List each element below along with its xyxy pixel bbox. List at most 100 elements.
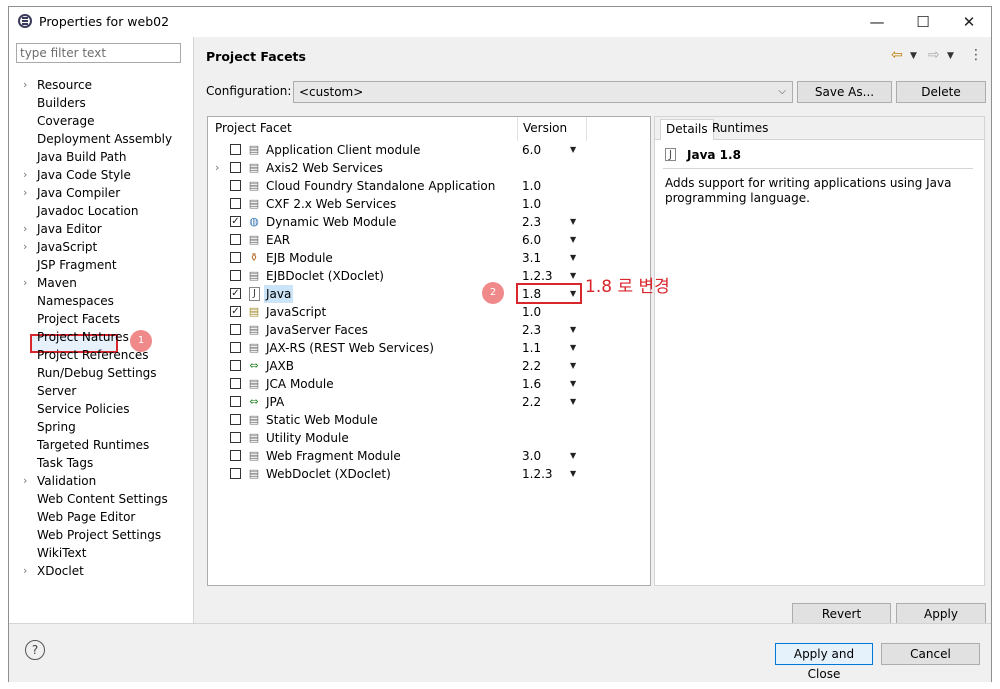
table-row[interactable]: › ▤ Axis2 Web Services: [208, 159, 650, 177]
facet-version[interactable]: 3.1: [522, 249, 541, 267]
sidebar-item-namespaces[interactable]: Namespaces: [37, 292, 114, 310]
table-row[interactable]: ▤ Utility Module: [208, 429, 650, 447]
back-dropdown-icon[interactable]: ▼: [910, 51, 917, 61]
tab-runtimes[interactable]: Runtimes: [707, 119, 773, 139]
facet-version[interactable]: 1.2.3: [522, 465, 553, 483]
table-row[interactable]: ✓ ◍ Dynamic Web Module 2.3 ▼: [208, 213, 650, 231]
table-row[interactable]: ▤ Web Fragment Module 3.0 ▼: [208, 447, 650, 465]
sidebar-item-spring[interactable]: Spring: [37, 418, 76, 436]
apply-button[interactable]: Apply: [896, 603, 986, 625]
dropdown-arrow-icon[interactable]: ▼: [570, 375, 576, 393]
sidebar-item-builders[interactable]: Builders: [37, 94, 86, 112]
facet-checkbox[interactable]: [230, 396, 241, 407]
facet-checkbox[interactable]: [230, 432, 241, 443]
facet-version[interactable]: 1.6: [522, 375, 541, 393]
sidebar-item-xdoclet[interactable]: XDoclet: [37, 562, 84, 580]
sidebar-item-java-editor[interactable]: Java Editor: [37, 220, 102, 238]
chevron-right-icon[interactable]: ›: [23, 166, 31, 184]
chevron-right-icon[interactable]: ›: [23, 472, 31, 490]
dropdown-arrow-icon[interactable]: ▼: [570, 465, 576, 483]
dropdown-arrow-icon[interactable]: ▼: [570, 339, 576, 357]
sidebar-item-jsp-fragment[interactable]: JSP Fragment: [37, 256, 117, 274]
facet-checkbox[interactable]: ✓: [230, 288, 241, 299]
chevron-right-icon[interactable]: ›: [215, 159, 219, 177]
sidebar-item-coverage[interactable]: Coverage: [37, 112, 95, 130]
dropdown-arrow-icon[interactable]: ▼: [570, 231, 576, 249]
apply-and-close-button[interactable]: Apply and Close: [775, 643, 873, 681]
facet-checkbox[interactable]: [230, 468, 241, 479]
facet-checkbox[interactable]: [230, 144, 241, 155]
facet-checkbox[interactable]: [230, 342, 241, 353]
sidebar-item-validation[interactable]: Validation: [37, 472, 96, 490]
sidebar-item-web-project-settings[interactable]: Web Project Settings: [37, 526, 161, 544]
table-row[interactable]: ▤ EAR 6.0 ▼: [208, 231, 650, 249]
table-row[interactable]: ▤ Static Web Module: [208, 411, 650, 429]
sidebar-item-javascript[interactable]: JavaScript: [37, 238, 97, 256]
table-row[interactable]: ▤ EJBDoclet (XDoclet) 1.2.3 ▼: [208, 267, 650, 285]
facet-checkbox[interactable]: ✓: [230, 306, 241, 317]
sidebar-item-resource[interactable]: Resource: [37, 76, 92, 94]
facet-version[interactable]: 1.1: [522, 339, 541, 357]
chevron-right-icon[interactable]: ›: [23, 562, 31, 580]
revert-button[interactable]: Revert: [792, 603, 891, 625]
sidebar-item-wikitext[interactable]: WikiText: [37, 544, 87, 562]
facet-checkbox[interactable]: ✓: [230, 216, 241, 227]
facet-version[interactable]: 6.0: [522, 231, 541, 249]
filter-input[interactable]: [16, 43, 181, 63]
chevron-right-icon[interactable]: ›: [23, 76, 31, 94]
sidebar-item-server[interactable]: Server: [37, 382, 76, 400]
minimize-button[interactable]: —: [855, 7, 899, 37]
sidebar-item-java-compiler[interactable]: Java Compiler: [37, 184, 120, 202]
configuration-select[interactable]: <custom> ⌵: [293, 81, 793, 103]
facet-checkbox[interactable]: [230, 162, 241, 173]
dropdown-arrow-icon[interactable]: ▼: [570, 357, 576, 375]
sidebar-item-java-code-style[interactable]: Java Code Style: [37, 166, 131, 184]
table-row[interactable]: ▤ Cloud Foundry Standalone Application 1.0: [208, 177, 650, 195]
sidebar-item-targeted-runtimes[interactable]: Targeted Runtimes: [37, 436, 149, 454]
back-arrow-icon[interactable]: ⇦: [891, 47, 903, 63]
facet-checkbox[interactable]: [230, 198, 241, 209]
table-row[interactable]: ▤ CXF 2.x Web Services 1.0: [208, 195, 650, 213]
table-row[interactable]: ✓ ▤ JavaScript 1.0: [208, 303, 650, 321]
facet-checkbox[interactable]: [230, 180, 241, 191]
dropdown-arrow-icon[interactable]: ▼: [570, 447, 576, 465]
sidebar-item-javadoc-location[interactable]: Javadoc Location: [37, 202, 138, 220]
help-icon[interactable]: ?: [25, 640, 45, 660]
sidebar-item-project-natures[interactable]: Project Natures: [37, 328, 129, 346]
forward-arrow-icon[interactable]: ⇨: [928, 47, 940, 63]
table-row[interactable]: ▤ WebDoclet (XDoclet) 1.2.3 ▼: [208, 465, 650, 483]
facet-checkbox[interactable]: [230, 414, 241, 425]
forward-dropdown-icon[interactable]: ▼: [947, 51, 954, 61]
table-row[interactable]: ▤ Application Client module 6.0 ▼: [208, 141, 650, 159]
dropdown-arrow-icon[interactable]: ▼: [570, 141, 576, 159]
close-button[interactable]: ✕: [947, 7, 991, 37]
table-row[interactable]: ⚱ EJB Module 3.1 ▼: [208, 249, 650, 267]
chevron-right-icon[interactable]: ›: [23, 220, 31, 238]
sidebar-item-service-policies[interactable]: Service Policies: [37, 400, 130, 418]
sidebar-item-java-build-path[interactable]: Java Build Path: [37, 148, 126, 166]
dropdown-arrow-icon[interactable]: ▼: [570, 393, 576, 411]
sidebar-item-task-tags[interactable]: Task Tags: [37, 454, 93, 472]
delete-button[interactable]: Delete: [896, 81, 986, 103]
sidebar-item-project-references[interactable]: Project References: [37, 346, 149, 364]
facet-version[interactable]: 2.2: [522, 357, 541, 375]
tab-details[interactable]: Details: [660, 119, 714, 140]
facet-checkbox[interactable]: [230, 234, 241, 245]
facet-checkbox[interactable]: [230, 378, 241, 389]
dropdown-arrow-icon[interactable]: ▼: [570, 321, 576, 339]
maximize-button[interactable]: ☐: [901, 7, 945, 37]
facet-checkbox[interactable]: [230, 324, 241, 335]
table-row[interactable]: ✓ J Java 1.8 ▼ 2: [208, 282, 650, 304]
table-row[interactable]: ▤ JCA Module 1.6 ▼: [208, 375, 650, 393]
facet-checkbox[interactable]: [230, 270, 241, 281]
facet-checkbox[interactable]: [230, 360, 241, 371]
view-menu-icon[interactable]: ⋮: [969, 47, 983, 63]
facet-checkbox[interactable]: [230, 252, 241, 263]
table-row[interactable]: ▤ JavaServer Faces 2.3 ▼: [208, 321, 650, 339]
chevron-right-icon[interactable]: ›: [23, 274, 31, 292]
cancel-button[interactable]: Cancel: [881, 643, 980, 665]
sidebar-item-maven[interactable]: Maven: [37, 274, 77, 292]
save-as-button[interactable]: Save As...: [797, 81, 892, 103]
dropdown-arrow-icon[interactable]: ▼: [570, 213, 576, 231]
facet-checkbox[interactable]: [230, 450, 241, 461]
